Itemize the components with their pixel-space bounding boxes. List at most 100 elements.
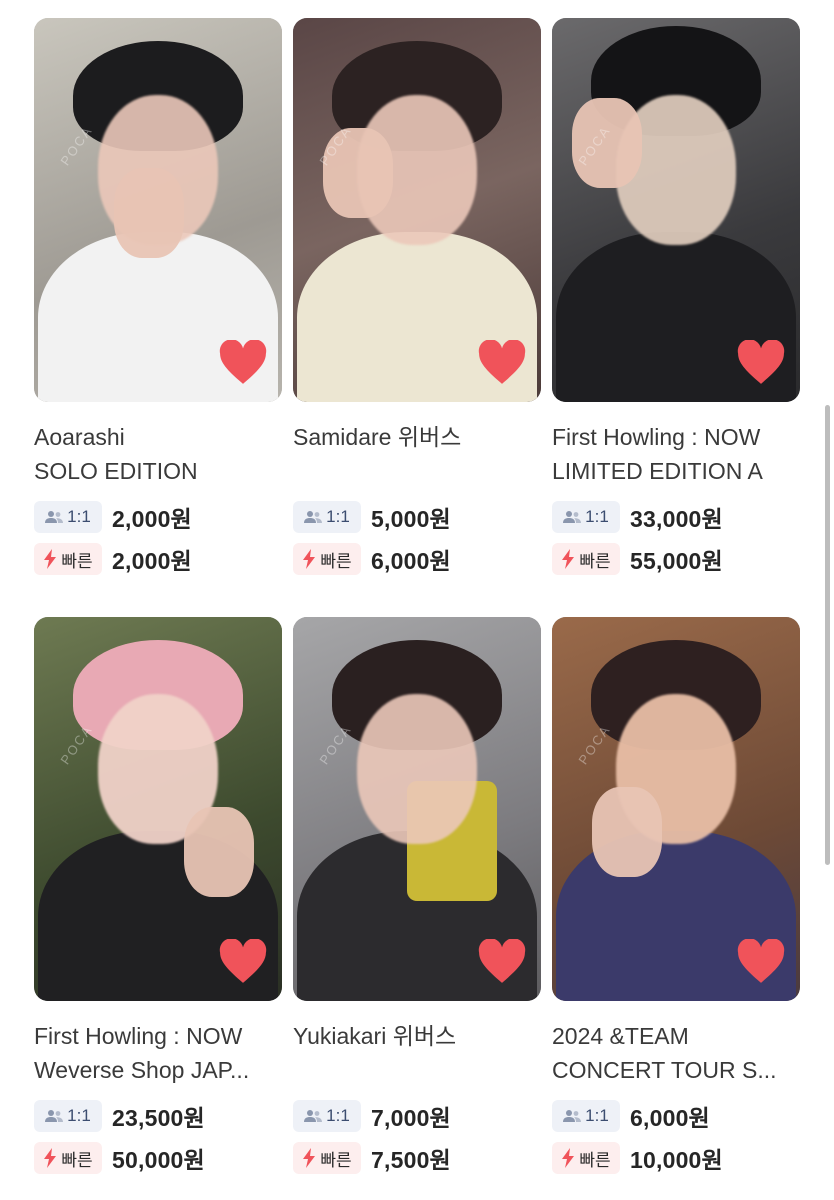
listing-title-line2: CONCERT TOUR S... bbox=[552, 1057, 777, 1083]
photocard-image[interactable]: POCA bbox=[552, 18, 800, 402]
heart-icon bbox=[737, 939, 785, 983]
meet-badge: 1:1 bbox=[34, 1100, 102, 1132]
lightning-icon bbox=[303, 549, 316, 569]
like-button[interactable] bbox=[218, 939, 268, 985]
meet-badge: 1:1 bbox=[293, 1100, 361, 1132]
fast-price-row: 빠른 50,000원 bbox=[34, 1141, 282, 1175]
meet-badge: 1:1 bbox=[293, 501, 361, 533]
fast-price-row: 빠른 55,000원 bbox=[552, 542, 800, 576]
fast-badge: 빠른 bbox=[293, 543, 361, 575]
fast-label: 빠른 bbox=[579, 1150, 611, 1170]
lightning-icon bbox=[562, 549, 575, 569]
fast-price: 6,000원 bbox=[371, 548, 451, 574]
meet-price-row: 1:1 2,000원 bbox=[34, 500, 282, 534]
listing-title-line1: Yukiakari 위버스 bbox=[293, 1023, 457, 1049]
heart-icon bbox=[478, 340, 526, 384]
meet-label: 1:1 bbox=[585, 1106, 609, 1125]
listing-card[interactable]: POCA First Howling : NOW LIMITED EDITION… bbox=[552, 18, 800, 576]
meet-price-row: 1:1 5,000원 bbox=[293, 500, 541, 534]
fast-label: 빠른 bbox=[61, 1150, 93, 1170]
fast-label: 빠른 bbox=[61, 551, 93, 571]
fast-price: 10,000원 bbox=[630, 1147, 723, 1173]
fast-price: 2,000원 bbox=[112, 548, 192, 574]
meet-label: 1:1 bbox=[326, 507, 350, 526]
listing-card[interactable]: POCA Yukiakari 위버스 1:1 7,000원 빠른 7,500원 bbox=[293, 617, 541, 1175]
meet-label: 1:1 bbox=[326, 1106, 350, 1125]
listing-title-line2: LIMITED EDITION A bbox=[552, 458, 763, 484]
listing-title-line2: Weverse Shop JAP... bbox=[34, 1057, 250, 1083]
photocard-image[interactable]: POCA bbox=[34, 18, 282, 402]
people-icon bbox=[45, 511, 64, 523]
people-icon bbox=[304, 511, 323, 523]
listing-card[interactable]: POCA 2024 &TEAM CONCERT TOUR S... 1:1 6,… bbox=[552, 617, 800, 1175]
fast-label: 빠른 bbox=[320, 1150, 352, 1170]
heart-icon bbox=[219, 939, 267, 983]
fast-label: 빠른 bbox=[320, 551, 352, 571]
meet-price: 7,000원 bbox=[371, 1105, 451, 1131]
listing-title[interactable]: Yukiakari 위버스 bbox=[293, 1019, 541, 1089]
fast-badge: 빠른 bbox=[34, 543, 102, 575]
fast-price: 50,000원 bbox=[112, 1147, 205, 1173]
meet-price: 33,000원 bbox=[630, 506, 723, 532]
scrollbar[interactable] bbox=[825, 405, 830, 865]
listing-title[interactable]: Aoarashi SOLO EDITION bbox=[34, 420, 282, 490]
people-icon bbox=[563, 1110, 582, 1122]
meet-badge: 1:1 bbox=[552, 501, 620, 533]
listing-title[interactable]: First Howling : NOW Weverse Shop JAP... bbox=[34, 1019, 282, 1089]
people-icon bbox=[563, 511, 582, 523]
meet-price-row: 1:1 23,500원 bbox=[34, 1099, 282, 1133]
meet-price-row: 1:1 7,000원 bbox=[293, 1099, 541, 1133]
listing-title-line1: First Howling : NOW bbox=[552, 424, 761, 450]
heart-icon bbox=[219, 340, 267, 384]
photocard-image[interactable]: POCA bbox=[34, 617, 282, 1001]
lightning-icon bbox=[44, 1148, 57, 1168]
lightning-icon bbox=[562, 1148, 575, 1168]
listing-title-line1: Aoarashi bbox=[34, 424, 125, 450]
meet-price: 23,500원 bbox=[112, 1105, 205, 1131]
fast-price-row: 빠른 7,500원 bbox=[293, 1141, 541, 1175]
people-icon bbox=[45, 1110, 64, 1122]
like-button[interactable] bbox=[736, 340, 786, 386]
listing-card[interactable]: POCA Samidare 위버스 1:1 5,000원 빠른 6,000원 bbox=[293, 18, 541, 576]
like-button[interactable] bbox=[736, 939, 786, 985]
heart-icon bbox=[478, 939, 526, 983]
fast-badge: 빠른 bbox=[552, 543, 620, 575]
lightning-icon bbox=[303, 1148, 316, 1168]
listing-title-line2: SOLO EDITION bbox=[34, 458, 198, 484]
lightning-icon bbox=[44, 549, 57, 569]
listing-card[interactable]: POCA First Howling : NOW Weverse Shop JA… bbox=[34, 617, 282, 1175]
listing-title-line1: First Howling : NOW bbox=[34, 1023, 243, 1049]
fast-badge: 빠른 bbox=[34, 1142, 102, 1174]
meet-price: 6,000원 bbox=[630, 1105, 710, 1131]
meet-price: 5,000원 bbox=[371, 506, 451, 532]
listing-card[interactable]: POCA Aoarashi SOLO EDITION 1:1 2,000원 빠른… bbox=[34, 18, 282, 576]
people-icon bbox=[304, 1110, 323, 1122]
fast-badge: 빠른 bbox=[552, 1142, 620, 1174]
meet-label: 1:1 bbox=[67, 507, 91, 526]
meet-price: 2,000원 bbox=[112, 506, 192, 532]
fast-price: 7,500원 bbox=[371, 1147, 451, 1173]
fast-price: 55,000원 bbox=[630, 548, 723, 574]
fast-price-row: 빠른 6,000원 bbox=[293, 542, 541, 576]
meet-badge: 1:1 bbox=[34, 501, 102, 533]
photocard-image[interactable]: POCA bbox=[293, 18, 541, 402]
meet-price-row: 1:1 33,000원 bbox=[552, 500, 800, 534]
like-button[interactable] bbox=[218, 340, 268, 386]
meet-label: 1:1 bbox=[585, 507, 609, 526]
meet-badge: 1:1 bbox=[552, 1100, 620, 1132]
listing-title-line1: Samidare 위버스 bbox=[293, 424, 462, 450]
listing-title[interactable]: 2024 &TEAM CONCERT TOUR S... bbox=[552, 1019, 800, 1089]
photocard-image[interactable]: POCA bbox=[293, 617, 541, 1001]
meet-price-row: 1:1 6,000원 bbox=[552, 1099, 800, 1133]
photocard-image[interactable]: POCA bbox=[552, 617, 800, 1001]
listing-title-line1: 2024 &TEAM bbox=[552, 1023, 689, 1049]
listing-title[interactable]: First Howling : NOW LIMITED EDITION A bbox=[552, 420, 800, 490]
fast-label: 빠른 bbox=[579, 551, 611, 571]
fast-price-row: 빠른 2,000원 bbox=[34, 542, 282, 576]
heart-icon bbox=[737, 340, 785, 384]
like-button[interactable] bbox=[477, 939, 527, 985]
listing-title[interactable]: Samidare 위버스 bbox=[293, 420, 541, 490]
meet-label: 1:1 bbox=[67, 1106, 91, 1125]
fast-badge: 빠른 bbox=[293, 1142, 361, 1174]
like-button[interactable] bbox=[477, 340, 527, 386]
